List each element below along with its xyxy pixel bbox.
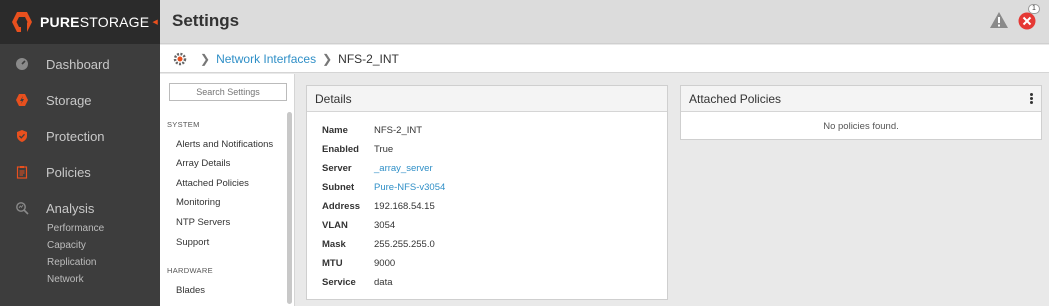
- settings-item-attached-policies[interactable]: Attached Policies: [176, 178, 249, 189]
- settings-item-array-details[interactable]: Array Details: [176, 158, 230, 169]
- detail-value: NFS-2_INT: [374, 125, 423, 136]
- detail-row-vlan: VLAN 3054: [322, 220, 395, 231]
- brand-logo[interactable]: PURESTORAGE ◀: [0, 0, 160, 44]
- alert-count-badge: 1: [1028, 4, 1040, 14]
- detail-value: True: [374, 144, 394, 155]
- breadcrumb-network-interfaces-link[interactable]: Network Interfaces: [216, 52, 316, 66]
- attached-policies-card: Attached Policies No policies found.: [680, 85, 1042, 140]
- pure-storage-logo-icon: [12, 12, 32, 32]
- breadcrumb-current: NFS-2_INT: [338, 51, 399, 66]
- detail-label: Server: [322, 163, 352, 174]
- detail-row-enabled: Enabled True: [322, 144, 393, 155]
- settings-scrollbar[interactable]: [287, 112, 292, 304]
- detail-row-mtu: MTU 9000: [322, 258, 395, 269]
- search-settings-input[interactable]: [169, 83, 287, 101]
- settings-nav-panel: SYSTEM Alerts and Notifications Array De…: [160, 74, 295, 306]
- detail-label: Enabled: [322, 144, 359, 155]
- settings-item-alerts[interactable]: Alerts and Notifications: [176, 139, 273, 150]
- settings-item-monitoring[interactable]: Monitoring: [176, 197, 220, 208]
- warning-triangle-icon[interactable]: [989, 11, 1009, 29]
- detail-label: VLAN: [322, 220, 348, 231]
- nav-item-storage[interactable]: Storage: [0, 82, 160, 118]
- detail-label: Name: [322, 125, 348, 136]
- details-card-title: Details: [307, 86, 667, 112]
- attached-policies-title: Attached Policies: [689, 92, 782, 106]
- clipboard-icon: [14, 164, 30, 180]
- section-heading-hardware: HARDWARE: [167, 266, 213, 275]
- nav-label: Storage: [46, 92, 92, 108]
- empty-state-text: No policies found.: [823, 121, 899, 132]
- detail-row-mask: Mask 255.255.255.0: [322, 239, 435, 250]
- breadcrumb: ❯ Network Interfaces ❯ NFS-2_INT: [160, 45, 1049, 73]
- detail-label: MTU: [322, 258, 343, 269]
- dashboard-gauge-icon: [14, 56, 30, 72]
- detail-value: data: [374, 277, 393, 288]
- detail-value: 192.168.54.15: [374, 201, 435, 212]
- detail-value: 3054: [374, 220, 396, 231]
- settings-item-ntp-servers[interactable]: NTP Servers: [176, 217, 230, 228]
- page-title: Settings: [172, 11, 240, 30]
- detail-label: Subnet: [322, 182, 355, 193]
- chevron-right-icon: ❯: [322, 51, 333, 66]
- main-sidebar: PURESTORAGE ◀ Dashboard Storage Protecti…: [0, 0, 160, 306]
- detail-label: Address: [322, 201, 361, 212]
- subnav-network[interactable]: Network: [47, 271, 160, 288]
- nav-label: Analysis: [46, 200, 95, 216]
- nav-label: Protection: [46, 128, 105, 144]
- brand-name: PURESTORAGE: [40, 14, 150, 30]
- details-card: Details Name NFS-2_INT Enabled True Serv…: [306, 85, 668, 300]
- nav-item-protection[interactable]: Protection: [0, 118, 160, 154]
- subnav-performance[interactable]: Performance: [47, 220, 160, 237]
- detail-row-server: Server _array_server: [322, 163, 433, 174]
- storage-bolt-icon: [14, 92, 30, 108]
- subnav-capacity[interactable]: Capacity: [47, 237, 160, 254]
- detail-row-subnet: Subnet Pure-NFS-v3054: [322, 182, 445, 193]
- subnav-replication[interactable]: Replication: [47, 254, 160, 271]
- critical-alert-icon[interactable]: [1017, 11, 1037, 31]
- detail-value: 255.255.255.0: [374, 239, 435, 250]
- shield-check-icon: [14, 128, 30, 144]
- section-heading-system: SYSTEM: [167, 120, 200, 129]
- nav-item-dashboard[interactable]: Dashboard: [0, 46, 160, 82]
- settings-item-blades[interactable]: Blades: [176, 285, 205, 296]
- nav-item-policies[interactable]: Policies: [0, 154, 160, 190]
- attached-policies-header: Attached Policies: [681, 86, 1041, 112]
- kebab-menu-icon[interactable]: [1029, 92, 1033, 106]
- nav-label: Policies: [46, 164, 91, 180]
- detail-row-address: Address 192.168.54.15: [322, 201, 435, 212]
- detail-label: Mask: [322, 239, 346, 250]
- settings-gear-icon[interactable]: [172, 51, 188, 67]
- magnify-chart-icon: [14, 200, 30, 216]
- detail-row-name: Name NFS-2_INT: [322, 125, 422, 136]
- chevron-right-icon: ❯: [200, 51, 211, 66]
- settings-item-support[interactable]: Support: [176, 237, 209, 248]
- brand-caret-icon: ◀: [152, 19, 158, 26]
- analysis-submenu: Performance Capacity Replication Network: [0, 220, 160, 288]
- top-header: Settings 1: [160, 0, 1049, 44]
- server-link[interactable]: _array_server: [374, 163, 433, 174]
- detail-value: 9000: [374, 258, 396, 269]
- subnet-link[interactable]: Pure-NFS-v3054: [374, 182, 445, 193]
- detail-row-service: Service data: [322, 277, 393, 288]
- detail-label: Service: [322, 277, 356, 288]
- nav-label: Dashboard: [46, 56, 110, 72]
